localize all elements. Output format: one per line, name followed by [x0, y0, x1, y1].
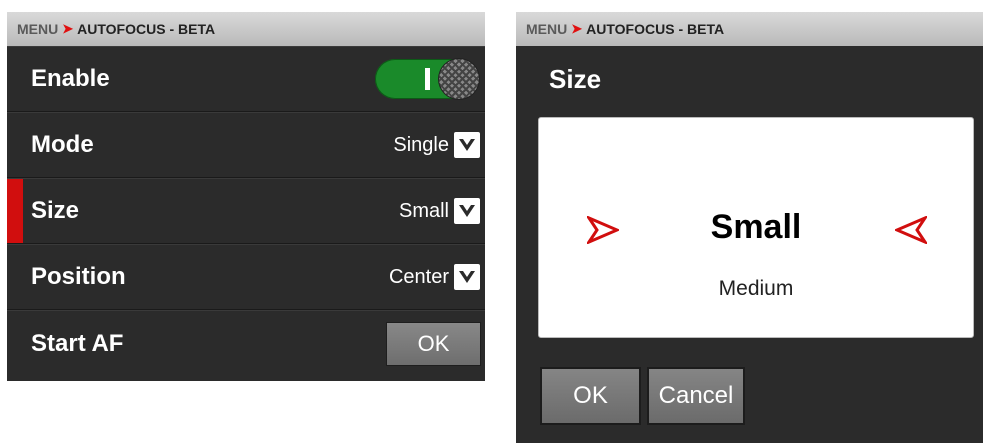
- position-label: Position: [31, 263, 126, 290]
- chevron-down-icon: [459, 139, 475, 151]
- size-row[interactable]: Size Small: [7, 178, 485, 244]
- selection-indicator: [7, 179, 23, 243]
- breadcrumb: MENU ➤ AUTOFOCUS - BETA: [516, 12, 983, 46]
- size-value: Small: [398, 199, 449, 222]
- position-value: Center: [388, 265, 449, 288]
- enable-row[interactable]: Enable: [7, 46, 485, 112]
- picker-option-medium[interactable]: Medium: [539, 277, 973, 301]
- breadcrumb-title: AUTOFOCUS - BETA: [77, 21, 216, 37]
- start-af-label: Start AF: [31, 329, 124, 357]
- start-af-row: Start AF OK: [7, 310, 485, 376]
- autofocus-menu-panel: MENU ➤ AUTOFOCUS - BETA Enable Mode Sing…: [7, 12, 485, 381]
- dialog-title: Size: [549, 64, 602, 94]
- start-af-ok-button[interactable]: OK: [386, 321, 481, 366]
- size-picker-wheel[interactable]: Small Medium: [538, 117, 974, 338]
- breadcrumb: MENU ➤ AUTOFOCUS - BETA: [7, 12, 485, 46]
- cancel-button[interactable]: Cancel: [647, 367, 745, 425]
- position-row[interactable]: Position Center: [7, 244, 485, 310]
- chevron-down-icon: [459, 205, 475, 217]
- breadcrumb-menu[interactable]: MENU: [526, 21, 567, 37]
- ok-button[interactable]: OK: [540, 367, 641, 425]
- toggle-knob: [439, 59, 479, 99]
- mode-label: Mode: [31, 131, 94, 158]
- breadcrumb-separator-icon: ➤: [571, 21, 583, 36]
- size-dropdown-button[interactable]: [454, 198, 480, 224]
- size-label: Size: [31, 197, 80, 224]
- mode-value: Single: [393, 133, 449, 156]
- breadcrumb-menu[interactable]: MENU: [17, 21, 58, 37]
- breadcrumb-separator-icon: ➤: [62, 21, 74, 36]
- mode-dropdown-button[interactable]: [454, 132, 480, 158]
- mode-row[interactable]: Mode Single: [7, 112, 485, 178]
- arrow-left-icon: [895, 216, 927, 244]
- size-picker-dialog: MENU ➤ AUTOFOCUS - BETA Size Small Mediu…: [516, 12, 983, 443]
- enable-label: Enable: [31, 65, 110, 92]
- toggle-on-indicator: [425, 68, 430, 90]
- breadcrumb-title: AUTOFOCUS - BETA: [586, 21, 725, 37]
- chevron-down-icon: [459, 271, 475, 283]
- position-dropdown-button[interactable]: [454, 264, 480, 290]
- enable-toggle[interactable]: [375, 59, 479, 99]
